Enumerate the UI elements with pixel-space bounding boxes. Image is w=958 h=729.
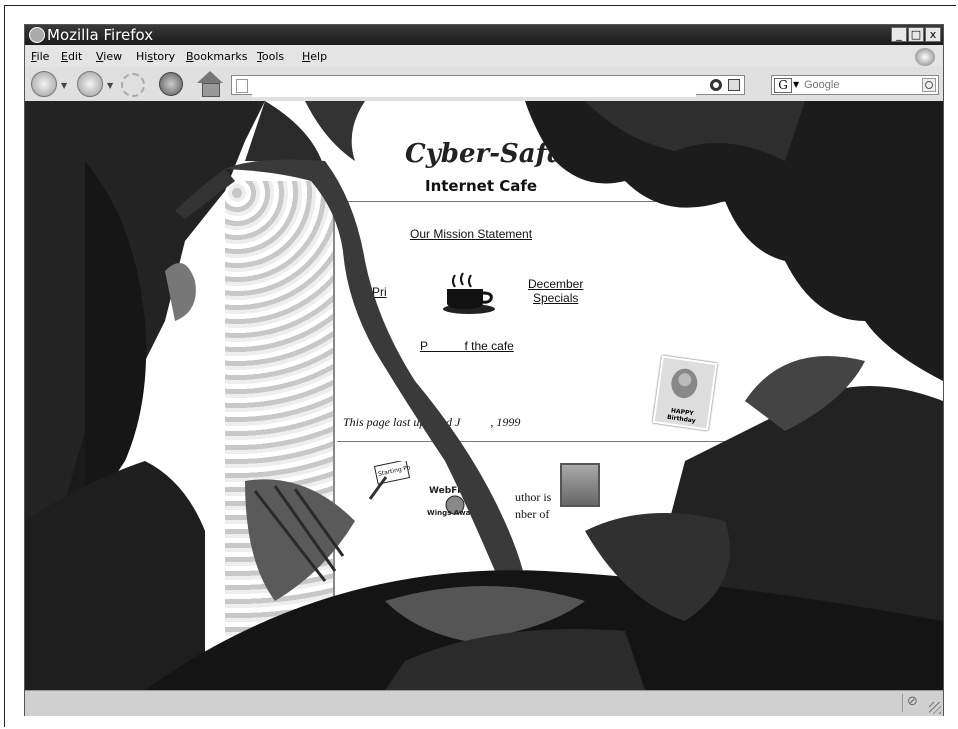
coffee-bean-background <box>225 181 335 690</box>
globe-badge-icon[interactable] <box>560 463 600 507</box>
minimize-button[interactable]: _ <box>891 27 907 42</box>
page-content: Cyber-Safari Internet Cafe Our Mission S… <box>25 101 943 690</box>
author-text: uthor is nber of <box>515 489 551 523</box>
menu-history[interactable]: History <box>136 50 175 63</box>
forward-button[interactable] <box>77 71 103 97</box>
link-december-line2: Specials <box>533 291 579 305</box>
link-december-specials[interactable]: December Specials <box>528 277 583 305</box>
resize-grip-icon[interactable] <box>929 702 941 714</box>
site-subtitle: Internet Cafe <box>425 177 538 195</box>
menu-file[interactable]: File <box>31 50 49 63</box>
author-line-1: uthor is <box>515 490 552 504</box>
home-icon <box>202 83 220 97</box>
menu-tools[interactable]: Tools <box>257 50 284 63</box>
search-engine-dropdown-icon[interactable]: ▼ <box>793 80 799 89</box>
security-status-icon <box>902 694 921 712</box>
wings-award-label: Wings Awa <box>427 509 471 517</box>
search-icon[interactable] <box>922 78 936 92</box>
feed-icon[interactable] <box>728 79 740 91</box>
navigation-toolbar: ▼ ▼ G ▼ <box>25 67 943 102</box>
divider-bottom <box>337 441 787 442</box>
menu-help[interactable]: Help <box>302 50 327 63</box>
search-input[interactable] <box>802 78 916 92</box>
search-engine-icon[interactable]: G <box>774 78 792 93</box>
webflyer-wings-award-icon[interactable]: WebFlier's Wings Awa <box>425 481 485 521</box>
last-updated-text: This page last updated J , 1999 <box>343 415 521 429</box>
reload-button[interactable] <box>121 73 145 97</box>
birthday-card-image[interactable]: HAPPY Birthday <box>652 355 718 431</box>
title-bar: Mozilla Firefox _ □ x <box>25 25 943 45</box>
link-mission-statement[interactable]: Our Mission Statement <box>410 227 532 241</box>
link-december-line1: December <box>528 277 584 291</box>
url-input[interactable] <box>252 79 696 97</box>
window-title: Mozilla Firefox <box>47 26 154 44</box>
link-pictures-of-cafe[interactable]: P f the cafe <box>420 339 514 353</box>
webflyer-label: WebFlier's <box>429 486 482 496</box>
menu-bookmarks[interactable]: Bookmarks <box>186 50 247 63</box>
starting-point-award-icon[interactable]: Starting Point <box>360 461 410 501</box>
coffee-mug-icon <box>443 272 495 314</box>
firefox-logo-icon <box>29 27 45 43</box>
maximize-button[interactable]: □ <box>908 27 924 42</box>
web-page: Cyber-Safari Internet Cafe Our Mission S… <box>215 101 915 690</box>
author-line-2: nber of <box>515 507 550 521</box>
menu-view[interactable]: View <box>96 50 122 63</box>
menu-bar: File Edit View History Bookmarks Tools H… <box>25 45 943 67</box>
search-box[interactable]: G ▼ <box>771 75 939 95</box>
back-history-dropdown-icon[interactable]: ▼ <box>61 81 67 90</box>
window-controls: _ □ x <box>891 27 941 42</box>
url-bar[interactable] <box>231 75 745 97</box>
page-icon <box>236 79 248 93</box>
close-button[interactable]: x <box>925 27 941 42</box>
throbber-icon <box>915 48 935 66</box>
menu-edit[interactable]: Edit <box>61 50 82 63</box>
go-icon[interactable] <box>710 79 722 91</box>
divider-top <box>337 201 787 202</box>
home-button[interactable] <box>197 71 223 83</box>
browser-window: Mozilla Firefox _ □ x File Edit View His… <box>24 24 944 716</box>
forward-history-dropdown-icon[interactable]: ▼ <box>107 81 113 90</box>
sidebar-divider <box>333 181 335 690</box>
link-prices[interactable]: Pri <box>372 285 387 299</box>
stop-button[interactable] <box>159 72 183 96</box>
status-bar <box>25 690 943 716</box>
back-button[interactable] <box>31 71 57 97</box>
site-title: Cyber-Safari <box>405 139 588 169</box>
